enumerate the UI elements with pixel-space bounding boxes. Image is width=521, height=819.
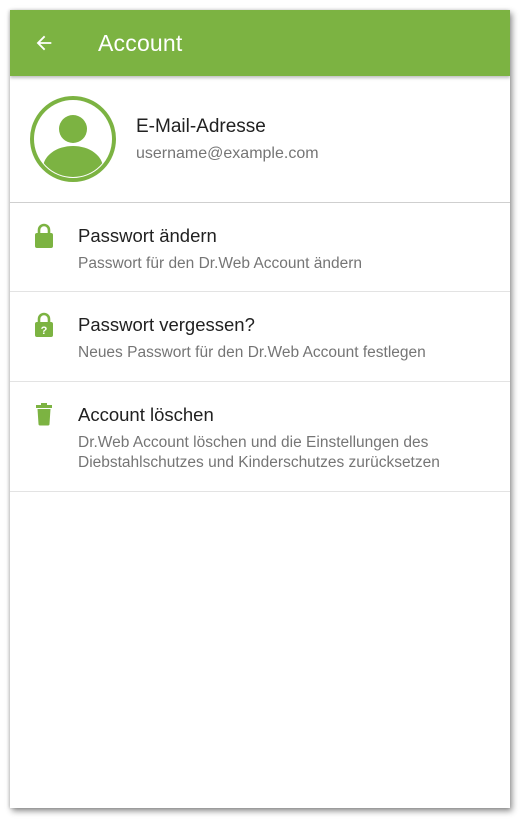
account-header: E-Mail-Adresse username@example.com (10, 76, 510, 203)
delete-account-subtitle-line1: Dr.Web Account löschen und die Einstellu… (78, 434, 429, 451)
email-value: username@example.com (136, 144, 319, 162)
svg-text:?: ? (41, 325, 48, 337)
change-password-subtitle: Passwort für den Dr.Web Account ändern (78, 255, 363, 272)
arrow-left-icon[interactable] (33, 32, 55, 54)
forgot-password-title: Passwort vergessen? (78, 314, 255, 335)
delete-account-subtitle-line2: Diebstahlschutzes und Kinderschutzes zur… (78, 454, 440, 471)
email-label: E-Mail-Adresse (136, 115, 266, 137)
delete-account-item[interactable]: Account löschen Dr.Web Account löschen u… (10, 382, 510, 492)
user-avatar-icon (30, 96, 116, 182)
app-window: Account E-Mail-Adresse username@example.… (10, 10, 510, 808)
app-bar: Account (10, 10, 510, 76)
forgot-password-subtitle: Neues Passwort für den Dr.Web Account fe… (78, 344, 426, 361)
lock-icon (32, 223, 56, 249)
delete-account-title: Account löschen (78, 404, 214, 425)
back-button[interactable] (24, 23, 64, 63)
change-password-item[interactable]: Passwort ändern Passwort für den Dr.Web … (10, 203, 510, 292)
change-password-title: Passwort ändern (78, 225, 217, 246)
page-title: Account (98, 29, 183, 56)
forgot-password-item[interactable]: ? Passwort vergessen? Neues Passwort für… (10, 292, 510, 382)
trash-icon (32, 402, 56, 426)
account-info: E-Mail-Adresse username@example.com (136, 116, 319, 163)
lock-question-icon: ? (32, 312, 56, 338)
